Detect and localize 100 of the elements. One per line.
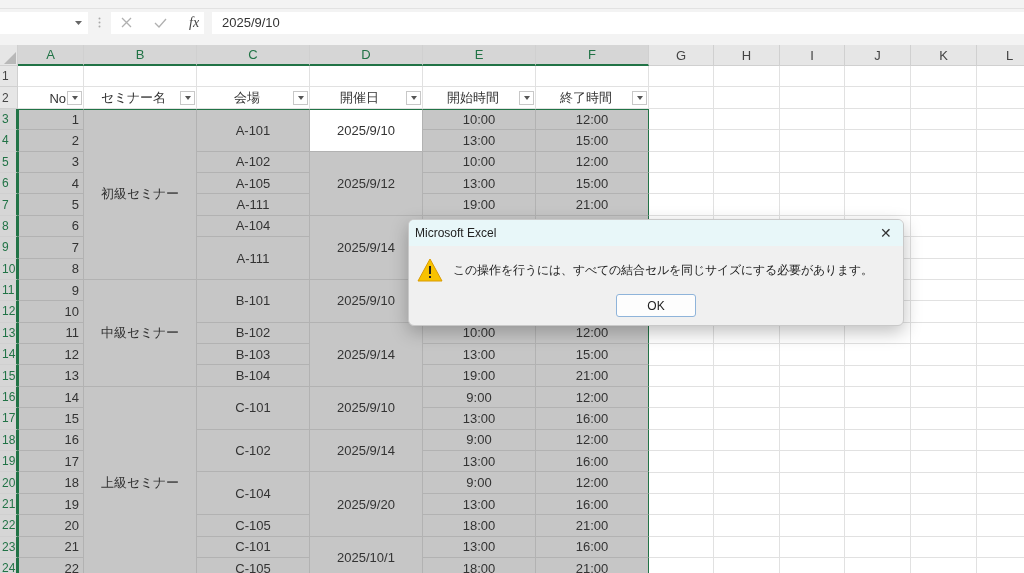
table-cell: 2 [18, 130, 84, 152]
table-cell: 12:00 [536, 472, 649, 494]
row-number[interactable]: 11 [0, 279, 18, 302]
filter-button[interactable] [67, 91, 82, 106]
row-number[interactable]: 14 [0, 344, 18, 366]
table-cell: 9:00 [423, 472, 536, 494]
row-number[interactable]: 4 [0, 130, 18, 152]
row-number[interactable]: 20 [0, 472, 18, 494]
table-cell: 9:00 [423, 386, 536, 409]
filter-button[interactable] [519, 91, 534, 106]
table-cell: 3 [18, 151, 84, 173]
table-cell: 13:00 [423, 130, 536, 152]
table-cell: 13:00 [423, 536, 536, 558]
table-cell: 2025/9/20 [310, 472, 423, 537]
column-header[interactable]: D [310, 45, 423, 66]
table-cell: C-101 [197, 386, 310, 430]
column-title: No [49, 90, 66, 106]
table-cell: A-111 [197, 237, 310, 280]
column-title: セミナー名 [101, 89, 166, 108]
table-cell: 12:00 [536, 108, 649, 131]
caret-icon [297, 96, 304, 101]
table-cell: 12:00 [536, 386, 649, 409]
column-header[interactable]: F [536, 45, 649, 66]
table-cell: 18 [18, 472, 84, 494]
formula-input[interactable]: 2025/9/10 [212, 11, 1024, 34]
table-cell: 13:00 [423, 451, 536, 473]
warning-icon [417, 258, 443, 282]
column-header[interactable]: G [649, 45, 714, 66]
table-cell: 19:00 [423, 365, 536, 387]
row-number[interactable]: 6 [0, 172, 18, 195]
row-number[interactable]: 17 [0, 408, 18, 430]
insert-function-button[interactable]: fx [189, 14, 200, 31]
table-cell: C-105 [197, 515, 310, 537]
table-cell: A-105 [197, 172, 310, 195]
row-number[interactable]: 5 [0, 151, 18, 173]
table-cell: A-104 [197, 215, 310, 238]
table-cell: 21 [18, 536, 84, 558]
column-header[interactable]: L [977, 45, 1024, 66]
column-header[interactable]: B [84, 45, 197, 66]
table-cell: 15:00 [536, 344, 649, 366]
row-number[interactable]: 7 [0, 194, 18, 216]
row-number[interactable]: 18 [0, 429, 18, 452]
table-cell: 21:00 [536, 194, 649, 216]
table-cell: 12:00 [536, 429, 649, 452]
filter-button[interactable] [632, 91, 647, 106]
table-cell: 9:00 [423, 429, 536, 452]
filter-button[interactable] [293, 91, 308, 106]
table-cell: 13:00 [423, 493, 536, 516]
table-cell: 5 [18, 194, 84, 216]
table-cell: B-103 [197, 344, 310, 366]
table-cell: 4 [18, 172, 84, 195]
row-number[interactable]: 13 [0, 322, 18, 345]
table-cell: 21:00 [536, 365, 649, 387]
row-number[interactable]: 8 [0, 215, 18, 238]
ok-button[interactable]: OK [616, 294, 696, 317]
table-cell: 18:00 [423, 515, 536, 537]
table-cell: A-101 [197, 108, 310, 152]
row-number[interactable]: 2 [0, 87, 18, 109]
table-cell: 2025/9/10 [310, 108, 423, 152]
table-cell: 2025/9/14 [310, 322, 423, 387]
table-cell: 1 [18, 108, 84, 131]
table-cell: A-102 [197, 151, 310, 173]
table-cell: 20 [18, 515, 84, 537]
column-header[interactable]: H [714, 45, 780, 66]
table-cell: A-111 [197, 194, 310, 216]
row-number[interactable]: 21 [0, 493, 18, 516]
filter-button[interactable] [406, 91, 421, 106]
table-cell: 10 [18, 301, 84, 323]
table-cell: C-104 [197, 472, 310, 516]
table-cell: 16:00 [536, 408, 649, 430]
close-button[interactable]: ✕ [869, 220, 903, 246]
table-cell: 上級セミナー [84, 386, 197, 573]
column-header[interactable]: E [423, 45, 536, 66]
table-cell: 13:00 [423, 344, 536, 366]
row-number[interactable]: 23 [0, 536, 18, 558]
table-cell: 7 [18, 237, 84, 259]
table-cell: 14 [18, 386, 84, 409]
row-number[interactable]: 9 [0, 237, 18, 259]
caret-icon [71, 96, 78, 101]
row-number[interactable]: 16 [0, 386, 18, 409]
table-cell: 19 [18, 493, 84, 516]
column-header[interactable]: I [780, 45, 845, 66]
table-cell: 13:00 [423, 172, 536, 195]
check-icon[interactable] [154, 17, 167, 28]
row-number[interactable]: 3 [0, 108, 18, 131]
row-number[interactable]: 19 [0, 451, 18, 473]
row-number[interactable]: 12 [0, 301, 18, 323]
row-number[interactable]: 10 [0, 258, 18, 280]
column-header[interactable]: J [845, 45, 911, 66]
table-cell: 2025/9/12 [310, 151, 423, 216]
row-number[interactable]: 22 [0, 515, 18, 537]
filter-button[interactable] [180, 91, 195, 106]
table-cell: 13 [18, 365, 84, 387]
row-number[interactable]: 15 [0, 365, 18, 387]
column-header[interactable]: K [911, 45, 977, 66]
table-cell: 21:00 [536, 515, 649, 537]
column-header[interactable]: A [18, 45, 84, 66]
table-cell: 2025/9/14 [310, 429, 423, 473]
row-number[interactable]: 1 [0, 66, 18, 88]
column-header[interactable]: C [197, 45, 310, 66]
